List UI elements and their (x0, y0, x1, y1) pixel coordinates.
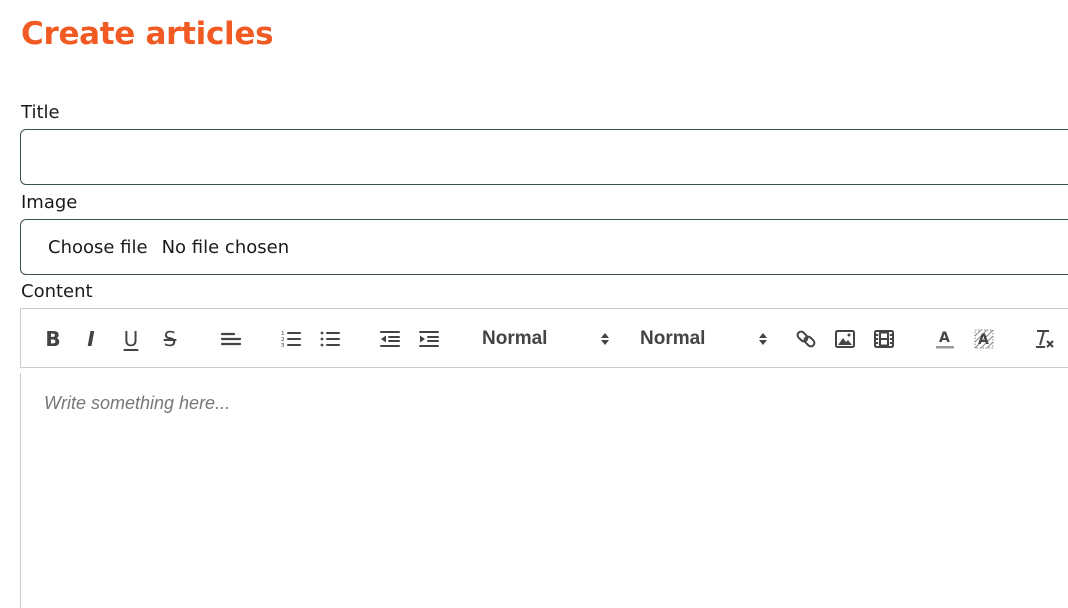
insert-video-button[interactable] (872, 325, 896, 353)
image-label: Image (21, 192, 78, 213)
header-picker-label: Normal (482, 328, 548, 349)
choose-file-button[interactable]: Choose file (48, 237, 148, 258)
header-picker[interactable]: Normal (482, 325, 610, 353)
ordered-list-icon: 1 2 3 (281, 331, 301, 349)
background-color-button[interactable]: A (972, 325, 996, 353)
strike-button[interactable]: S (158, 325, 182, 353)
svg-text:A: A (978, 332, 989, 348)
text-color-button[interactable]: A (933, 325, 957, 353)
bold-button[interactable]: B (41, 325, 65, 353)
editor-placeholder: Write something here... (44, 393, 231, 413)
italic-icon: I (87, 327, 95, 351)
chevron-updown-icon (759, 333, 767, 345)
file-status-text: No file chosen (161, 236, 290, 258)
outdent-icon (380, 331, 400, 347)
ordered-list-button[interactable]: 1 2 3 (279, 325, 303, 353)
strike-icon: S (163, 327, 177, 351)
svg-text:3: 3 (281, 343, 285, 349)
italic-button[interactable]: I (79, 325, 103, 353)
link-button[interactable] (794, 325, 818, 353)
title-label: Title (21, 102, 60, 123)
content-editor[interactable]: Write something here... (20, 373, 1068, 608)
align-button[interactable] (219, 325, 243, 353)
video-icon (874, 330, 894, 348)
size-picker[interactable]: Normal (640, 325, 768, 353)
image-icon (835, 330, 855, 348)
align-icon (220, 332, 242, 346)
link-icon (796, 330, 816, 348)
create-article-page: Create articles Title Image Choose file … (0, 0, 1068, 608)
clear-format-icon (1036, 330, 1054, 348)
underline-icon: U (123, 327, 139, 351)
chevron-updown-icon (601, 333, 609, 345)
underline-button[interactable]: U (119, 325, 143, 353)
bullet-list-icon (320, 331, 340, 347)
editor-toolbar: B I U S 1 2 3 Normal Normal A A (20, 308, 1068, 368)
insert-image-button[interactable] (833, 325, 857, 353)
indent-icon (419, 331, 439, 347)
size-picker-label: Normal (640, 328, 706, 349)
page-title: Create articles (21, 16, 274, 52)
background-color-icon: A (974, 329, 994, 349)
content-label: Content (21, 281, 93, 302)
outdent-button[interactable] (378, 325, 402, 353)
bold-icon: B (45, 327, 61, 351)
indent-button[interactable] (417, 325, 441, 353)
clear-format-button[interactable] (1033, 325, 1057, 353)
bullet-list-button[interactable] (318, 325, 342, 353)
text-color-icon: A (936, 330, 954, 349)
image-file-input[interactable]: Choose file No file chosen (20, 219, 1068, 275)
title-input[interactable] (20, 129, 1068, 185)
svg-text:A: A (939, 330, 950, 346)
